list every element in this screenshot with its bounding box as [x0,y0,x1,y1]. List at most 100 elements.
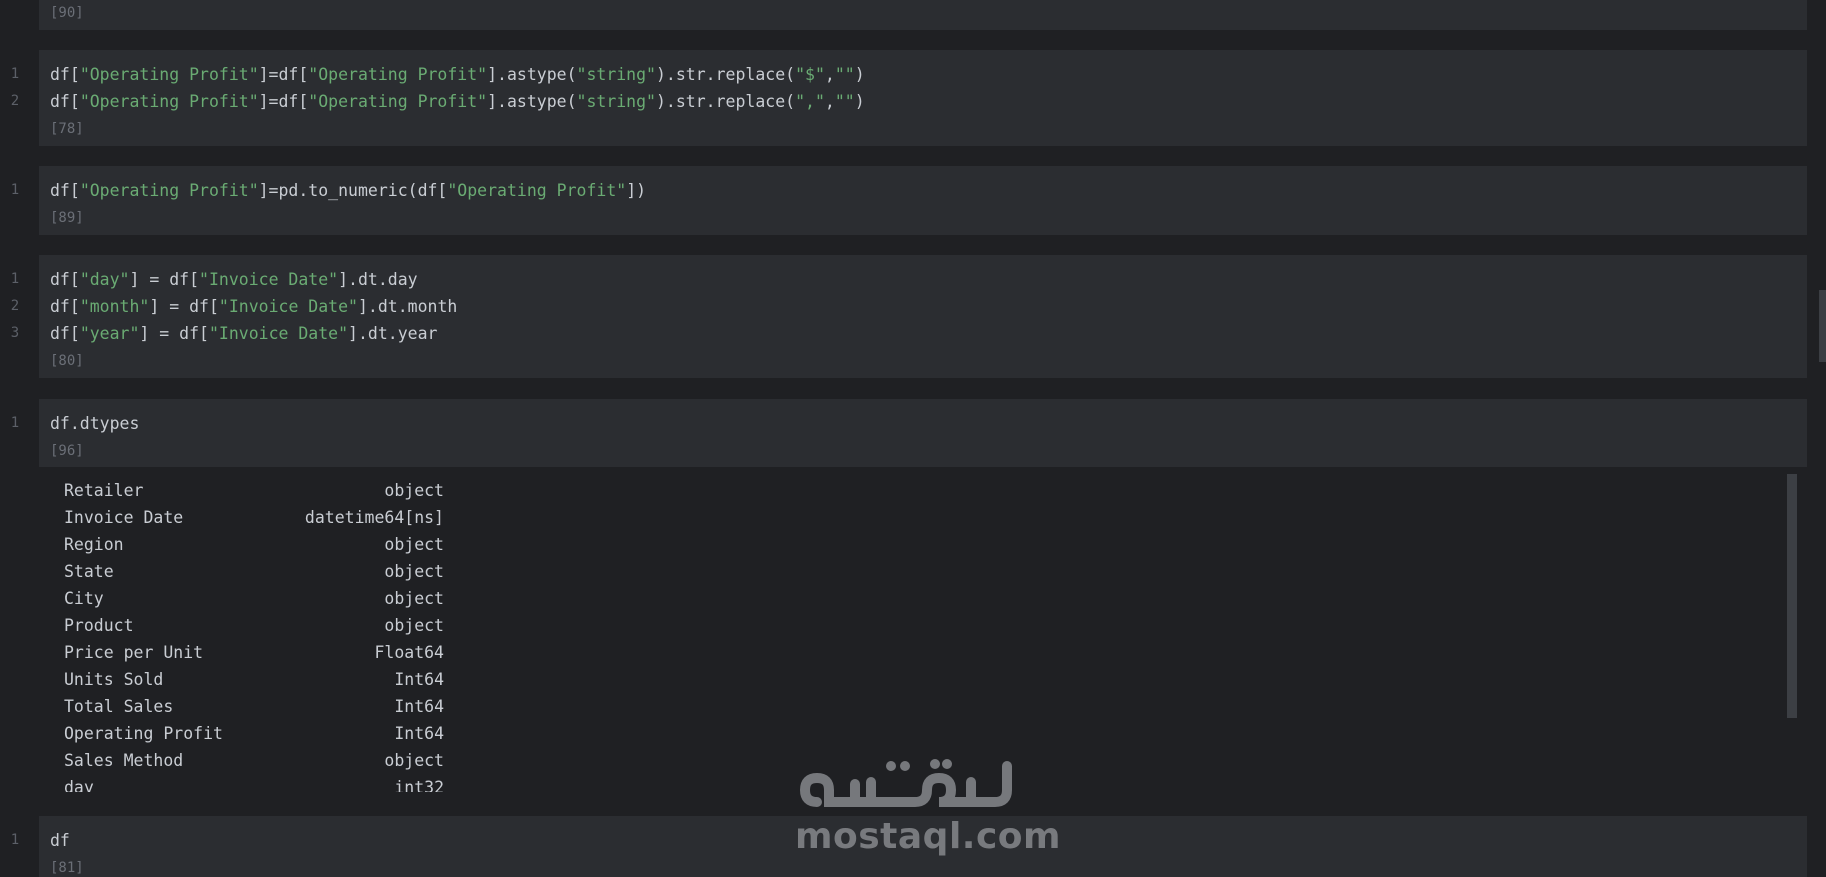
code-line[interactable]: df["year"] = df["Invoice Date"].dt.year [50,320,437,347]
code-line[interactable]: df["month"] = df["Invoice Date"].dt.mont… [50,293,457,320]
cell-output: Retailer object Invoice Date datetime64[ns]… [39,472,1807,792]
execution-count: [89] [50,210,84,226]
string-literal: "string" [576,92,656,111]
dtype-row: Sales Method object [64,747,444,774]
column-name: City [64,589,104,608]
string-literal: "string" [576,65,656,84]
code-line[interactable]: df [50,827,70,854]
column-name: Price per Unit [64,643,204,662]
string-literal: "Operating Profit" [308,92,488,111]
code-token: ].dt.year [348,324,438,343]
code-cell[interactable]: 1 df["day"] = df["Invoice Date"].dt.day … [11,255,1807,378]
code-token: ].astype( [487,92,577,111]
column-dtype: Int64 [394,697,444,716]
string-literal: "Invoice Date" [199,270,339,289]
string-literal: "Operating Profit" [447,181,627,200]
code-token: df[ [50,92,80,111]
string-literal: "Operating Profit" [79,65,259,84]
code-token: ].dt.month [357,297,458,316]
code-token: ) [854,92,865,111]
string-literal: "" [834,92,855,111]
column-dtype: object [384,562,444,581]
dtype-row: Total Sales Int64 [64,693,444,720]
page-scrollbar-thumb[interactable] [1819,290,1826,362]
code-token: df[ [50,65,80,84]
code-token: ].astype( [487,65,577,84]
watermark-text: mostaql.com [795,816,1062,857]
column-name: day [64,778,94,792]
string-literal: "Operating Profit" [79,181,259,200]
dtype-row: Invoice Date datetime64[ns] [64,504,444,531]
notebook-view: [90] 1 df["Operating Profit"]=df["Operat… [0,0,1826,877]
line-number: 1 [10,66,20,82]
line-number: 2 [10,93,20,109]
column-name: Sales Method [64,751,184,770]
code-cell[interactable]: [90] [39,0,1807,30]
code-cell[interactable]: 1 df.dtypes [96] [11,399,1807,467]
mostaql-logo [799,759,1012,807]
dtype-row: Region object [64,531,444,558]
string-literal: "" [834,65,855,84]
output-scrollbar-thumb[interactable] [1787,474,1797,718]
string-literal: "Invoice Date" [208,324,349,343]
dtype-row: Product object [64,612,444,639]
code-line[interactable]: df.dtypes [50,410,139,437]
execution-count: [90] [50,5,84,21]
code-token: ] = df[ [139,324,209,343]
string-literal: "Invoice Date" [218,297,358,316]
watermark: mostaql.com [795,752,1062,862]
code-token: df.dtypes [50,414,140,433]
column-name: Operating Profit [64,724,223,743]
code-token: ) [854,65,865,84]
code-line[interactable]: df["Operating Profit"]=df["Operating Pro… [50,61,865,88]
execution-count: [96] [50,443,84,459]
column-dtype: object [384,535,444,554]
code-token: df[ [50,181,80,200]
column-dtype: int32 [394,778,444,792]
column-name: State [64,562,114,581]
code-token: ]) [626,181,647,200]
dtype-row: State object [64,558,444,585]
dtype-row: Price per Unit Float64 [64,639,444,666]
code-token: , [824,65,835,84]
column-name: Region [64,535,124,554]
dtype-row: Operating Profit Int64 [64,720,444,747]
line-number: 2 [10,298,20,314]
column-dtype: object [384,751,444,770]
column-name: Product [64,616,134,635]
code-cell[interactable]: 1 df["Operating Profit"]=df["Operating P… [11,50,1807,146]
code-token: df[ [50,324,80,343]
line-number: 1 [10,415,20,431]
code-token: ).str.replace( [656,65,796,84]
string-literal: "$" [795,65,825,84]
code-token: ]=df[ [258,65,309,84]
code-token: ] = df[ [129,270,200,289]
dtype-row: Retailer object [64,477,444,504]
line-number: 3 [10,325,20,341]
execution-count: [80] [50,353,84,369]
execution-count: [81] [50,860,84,876]
column-dtype: Int64 [394,670,444,689]
column-dtype: object [384,616,444,635]
column-dtype: object [384,589,444,608]
code-line[interactable]: df["Operating Profit"]=pd.to_numeric(df[… [50,177,646,204]
line-number: 1 [10,271,20,287]
line-number: 1 [10,832,20,848]
code-cell[interactable]: 1 df["Operating Profit"]=pd.to_numeric(d… [11,166,1807,235]
code-token: df[ [50,297,80,316]
string-literal: "Operating Profit" [79,92,259,111]
code-line[interactable]: df["Operating Profit"]=df["Operating Pro… [50,88,865,115]
output-scrollbar[interactable] [1787,474,1797,718]
code-token: ]=df[ [258,92,309,111]
code-token: ).str.replace( [656,92,796,111]
column-dtype: Int64 [394,724,444,743]
column-name: Total Sales [64,697,174,716]
code-token: , [824,92,835,111]
code-line[interactable]: df["day"] = df["Invoice Date"].dt.day [50,266,418,293]
dtype-row: day int32 [64,774,444,792]
string-literal: "Operating Profit" [308,65,488,84]
column-dtype: datetime64[ns] [304,508,444,527]
code-token: ] = df[ [149,297,219,316]
column-name: Invoice Date [64,508,184,527]
string-literal: "year" [79,324,140,343]
